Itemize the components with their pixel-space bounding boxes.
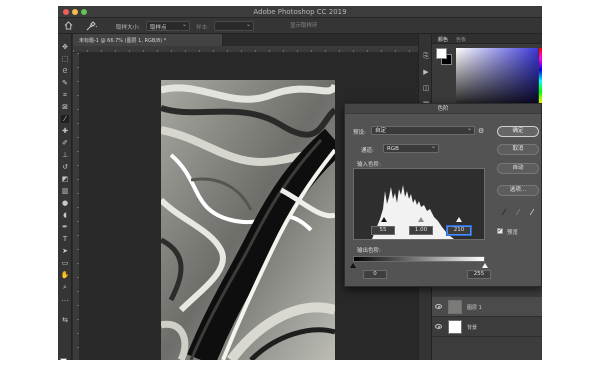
tab-color[interactable]: 颜色 bbox=[438, 36, 448, 43]
blur-tool-icon[interactable]: ● bbox=[61, 199, 69, 207]
input-black-slider[interactable] bbox=[381, 217, 387, 222]
path-selection-tool-icon[interactable]: ➤ bbox=[61, 247, 69, 255]
preview-checkbox[interactable] bbox=[497, 227, 503, 234]
options-button[interactable]: 选项... bbox=[497, 185, 539, 196]
vertical-ruler bbox=[73, 53, 80, 360]
cancel-button[interactable]: 取消 bbox=[497, 144, 539, 155]
options-bar: 取样大小: 取样点 样本: 显示取样环 bbox=[58, 18, 542, 34]
history-brush-tool-icon[interactable]: ↺ bbox=[61, 163, 69, 171]
auto-button[interactable]: 自动 bbox=[497, 163, 539, 174]
pen-tool-icon[interactable]: ✒ bbox=[61, 223, 69, 231]
foreground-color-swatch[interactable] bbox=[60, 358, 67, 360]
input-black-field[interactable]: 55 bbox=[371, 226, 395, 235]
sample-size-label: 取样大小: bbox=[116, 25, 140, 31]
preset-label: 预设: bbox=[353, 130, 366, 136]
move-tool-icon[interactable]: ✥ bbox=[61, 43, 69, 51]
healing-brush-tool-icon[interactable]: ✚ bbox=[61, 127, 69, 135]
document-tab[interactable]: 未标题-1 @ 66.7% (图层 1, RGB/8) * bbox=[73, 34, 223, 46]
photoshop-window: Adobe Photoshop CC 2019 取样大小: 取样点 样本: 显示… bbox=[58, 6, 542, 360]
input-white-slider[interactable] bbox=[456, 217, 462, 222]
rectangle-tool-icon[interactable]: ▭ bbox=[61, 259, 69, 267]
show-sampling-ring-label: 显示取样环 bbox=[290, 23, 318, 29]
levels-dialog: 色阶 预设: 自定 ⚙ 通道: RGB 输入色阶: 55 1.00 210 输出… bbox=[344, 103, 542, 287]
white-point-eyedropper-icon[interactable]: ⁄ bbox=[527, 208, 537, 218]
layer-thumbnail bbox=[448, 320, 462, 334]
gradient-tool-icon[interactable]: ▥ bbox=[61, 187, 69, 195]
history-panel-icon[interactable]: ⎘ bbox=[422, 52, 430, 60]
dialog-title: 色阶 bbox=[345, 104, 541, 114]
more-tools-icon[interactable]: … bbox=[61, 295, 69, 303]
document-tab-label: 未标题-1 @ 66.7% (图层 1, RGB/8) * bbox=[79, 38, 167, 44]
frame-tool-icon[interactable]: ⊠ bbox=[61, 103, 69, 111]
color-panel-foreground-swatch[interactable] bbox=[436, 48, 447, 59]
horizontal-ruler bbox=[73, 46, 418, 53]
ok-button[interactable]: 确定 bbox=[497, 126, 539, 137]
sample-size-select[interactable]: 取样点 bbox=[146, 21, 190, 31]
hand-tool-icon[interactable]: ✋ bbox=[61, 271, 70, 279]
black-point-eyedropper-icon[interactable]: ⁄ bbox=[499, 208, 509, 218]
color-panel-tabs: 颜色 色板 bbox=[432, 34, 542, 44]
eye-icon[interactable] bbox=[435, 324, 442, 329]
output-levels-label: 输出色阶: bbox=[357, 248, 381, 254]
eye-icon[interactable] bbox=[435, 304, 442, 309]
brush-tool-icon[interactable]: ✐ bbox=[61, 139, 69, 147]
input-white-field[interactable]: 210 bbox=[447, 226, 471, 235]
app-title: Adobe Photoshop CC 2019 bbox=[253, 8, 347, 16]
type-tool-icon[interactable]: T bbox=[61, 235, 69, 243]
show-sampling-ring-checkbox[interactable]: 显示取样环 bbox=[290, 21, 360, 31]
output-white-slider[interactable] bbox=[482, 263, 488, 268]
marble-texture-image bbox=[161, 80, 335, 360]
lasso-tool-icon[interactable]: ᘓ bbox=[61, 67, 69, 75]
actions-panel-icon[interactable]: ▶ bbox=[422, 68, 430, 76]
title-bar: Adobe Photoshop CC 2019 bbox=[58, 6, 542, 18]
output-gradient-bar bbox=[353, 256, 485, 262]
home-icon[interactable] bbox=[64, 21, 73, 30]
swap-colors-icon[interactable]: ⇆ bbox=[61, 316, 69, 324]
quick-select-tool-icon[interactable]: ✎ bbox=[61, 79, 69, 87]
output-black-slider[interactable] bbox=[350, 263, 356, 268]
clone-stamp-tool-icon[interactable]: ⊥ bbox=[61, 151, 69, 159]
layer-name: 图层 1 bbox=[467, 305, 482, 311]
zoom-tool-icon[interactable]: ⌕ bbox=[61, 283, 69, 291]
preview-label: 预览 bbox=[507, 230, 519, 236]
input-levels-label: 输入色阶: bbox=[357, 162, 381, 168]
eraser-tool-icon[interactable]: ◩ bbox=[61, 175, 69, 183]
output-white-field[interactable]: 255 bbox=[467, 270, 491, 279]
layer-thumbnail bbox=[448, 300, 462, 314]
layer-row[interactable]: 背景 bbox=[432, 317, 542, 337]
layer-name: 背景 bbox=[467, 325, 478, 331]
eyedropper-tool-icon[interactable]: ⁄ bbox=[61, 115, 69, 123]
gray-point-eyedropper-icon[interactable]: ⁄ bbox=[513, 208, 523, 218]
input-gray-slider[interactable] bbox=[418, 217, 424, 222]
eyedropper-tool-preset-icon[interactable] bbox=[86, 21, 98, 31]
input-gray-field[interactable]: 1.00 bbox=[409, 226, 433, 235]
crop-tool-icon[interactable]: ⌗ bbox=[61, 91, 69, 99]
layers-panel: 图层 1 背景 bbox=[432, 280, 542, 360]
preset-select[interactable]: 自定 bbox=[371, 125, 475, 135]
tab-swatches[interactable]: 色板 bbox=[456, 36, 466, 43]
sample-label: 样本: bbox=[196, 25, 209, 31]
channel-select[interactable]: RGB bbox=[383, 143, 439, 153]
canvas-image[interactable] bbox=[161, 80, 335, 360]
output-black-field[interactable]: 0 bbox=[363, 270, 387, 279]
preset-options-gear-icon[interactable]: ⚙ bbox=[478, 127, 484, 135]
dodge-tool-icon[interactable]: ◖ bbox=[61, 211, 69, 219]
channel-label: 通道: bbox=[361, 148, 374, 154]
marquee-tool-icon[interactable]: ⬚ bbox=[61, 55, 69, 63]
properties-panel-icon[interactable]: ◫ bbox=[422, 84, 430, 92]
tools-panel: ✥ ⬚ ᘓ ✎ ⌗ ⊠ ⁄ ✚ ✐ ⊥ ↺ ◩ ▥ ● ◖ ✒ T ➤ ▭ ✋ … bbox=[58, 34, 72, 360]
sample-select[interactable] bbox=[214, 21, 254, 31]
layer-row[interactable]: 图层 1 bbox=[432, 297, 542, 317]
